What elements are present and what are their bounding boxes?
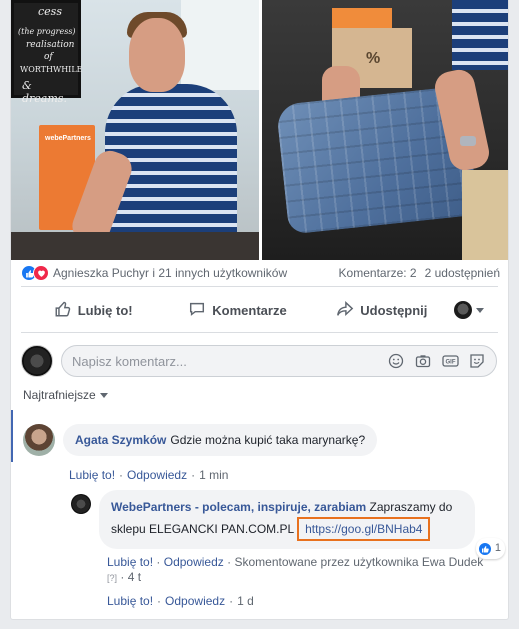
reply-meta: Lubię to! · Odpowiedz · Skomentowane prz… — [107, 555, 497, 586]
post-counts: Komentarze: 2 2 udostępnień — [339, 266, 500, 280]
reply-link[interactable]: https://goo.gl/BNHab4 — [297, 517, 431, 541]
comment-author[interactable]: Agata Szymków — [75, 433, 166, 447]
avatar[interactable] — [71, 494, 91, 514]
separator: · — [120, 570, 128, 584]
comment-meta: Lubię to! · Odpowiedz · 1 min — [69, 468, 228, 482]
composer-icons: GIF — [387, 352, 486, 370]
reply-time[interactable]: 4 t — [128, 570, 141, 584]
divider — [21, 286, 498, 287]
audience-selector[interactable] — [453, 301, 498, 319]
reply-like-link[interactable]: Lubię to! — [107, 555, 153, 569]
share-button-label: Udostępnij — [360, 302, 428, 318]
comment-like-link[interactable]: Lubię to! — [69, 468, 115, 482]
like-reaction-icon — [477, 541, 492, 556]
emoji-icon[interactable] — [387, 352, 405, 370]
comment-composer: GIF — [21, 344, 497, 378]
reply-comment: WebePartners - polecam, inspiruje, zarab… — [71, 490, 505, 559]
chalk-text: cess — [38, 5, 62, 18]
footer-like-link[interactable]: Lubię to! — [107, 594, 153, 608]
footer-time[interactable]: 1 d — [237, 594, 254, 608]
share-arrow-icon — [336, 300, 354, 321]
footer-reply-link[interactable]: Odpowiedz — [165, 594, 225, 608]
footer-meta: Lubię to! · Odpowiedz · 1 d — [107, 594, 254, 608]
reply-bubble: WebePartners - polecam, inspiruje, zarab… — [99, 490, 505, 559]
comment: Agata Szymków Gdzie można kupić taka mary… — [23, 424, 378, 456]
comments-count[interactable]: Komentarze: 2 — [339, 266, 417, 280]
post-photos: cess (the progress) realisation of WORTH… — [11, 0, 508, 260]
reply-reply-link[interactable]: Odpowiedz — [164, 555, 224, 569]
panel-brand-text: webePartners — [45, 135, 91, 142]
post-card: cess (the progress) realisation of WORTH… — [10, 0, 509, 620]
comment-time[interactable]: 1 min — [199, 468, 228, 482]
separator: · — [156, 555, 164, 569]
speech-bubble-icon — [188, 300, 206, 321]
photo-blue-jacket[interactable]: % — [262, 0, 508, 260]
comment-sort-dropdown[interactable]: Najtrafniejsze — [23, 388, 108, 402]
avatar[interactable] — [21, 345, 53, 377]
page-avatar-icon — [453, 301, 472, 319]
like-button[interactable]: Lubię to! — [21, 300, 165, 321]
photo-pants — [462, 170, 508, 260]
chalk-text: (the progress) — [18, 27, 76, 36]
caret-down-icon — [475, 307, 484, 313]
active-comment-indicator — [11, 410, 13, 462]
separator: · — [229, 594, 234, 608]
chalk-text: & dreams. — [22, 79, 67, 105]
like-button-label: Lubię to! — [77, 302, 133, 318]
post-actions: Lubię to! Komentarze Udostępnij — [21, 292, 498, 328]
comment-bubble: Agata Szymków Gdzie można kupić taka mary… — [63, 424, 378, 456]
comment-button[interactable]: Komentarze — [165, 300, 309, 321]
avatar[interactable] — [23, 424, 55, 456]
comment-input-wrap: GIF — [61, 345, 497, 377]
photo-sleeve — [452, 0, 508, 70]
share-button[interactable]: Udostępnij — [310, 300, 454, 321]
reply-author[interactable]: WebePartners - polecam, inspiruje, zarab… — [111, 500, 366, 514]
comment-reply-link[interactable]: Odpowiedz — [127, 468, 187, 482]
comment-input[interactable] — [72, 353, 387, 369]
love-reaction-icon — [33, 265, 49, 281]
comment-button-label: Komentarze — [212, 302, 287, 318]
separator: · — [191, 468, 196, 482]
gif-icon[interactable]: GIF — [441, 352, 459, 370]
photo-face — [129, 18, 185, 92]
chalk-text: WORTHWHILE — [20, 65, 83, 74]
caret-down-icon — [99, 392, 108, 398]
thumbs-up-icon — [54, 300, 72, 321]
reactions-bar: Agnieszka Puchyr i 21 innych użytkownikó… — [11, 262, 508, 284]
divider — [21, 332, 498, 333]
separator: · — [119, 468, 124, 482]
commented-by[interactable]: Skomentowane przez użytkownika Ewa Dudek — [234, 555, 483, 569]
photo-table — [11, 232, 259, 260]
shares-count[interactable]: 2 udostępnień — [425, 266, 500, 280]
photo-man-striped-shirt[interactable]: cess (the progress) realisation of WORTH… — [11, 0, 259, 260]
reaction-names[interactable]: Agnieszka Puchyr i 21 innych użytkownikó… — [53, 266, 287, 280]
comment-text: Gdzie można kupić taka marynarkę? — [170, 433, 366, 447]
photo-window — [181, 0, 259, 90]
camera-icon[interactable] — [414, 352, 432, 370]
photo-watch — [460, 136, 476, 146]
photo-chalkboard: cess (the progress) realisation of WORTH… — [11, 0, 83, 105]
box-tag-text: % — [366, 50, 381, 67]
help-marker[interactable]: [?] — [107, 573, 117, 583]
svg-text:GIF: GIF — [445, 360, 455, 366]
separator: · — [157, 594, 162, 608]
sort-label: Najtrafniejsze — [23, 388, 96, 402]
sticker-icon[interactable] — [468, 352, 486, 370]
